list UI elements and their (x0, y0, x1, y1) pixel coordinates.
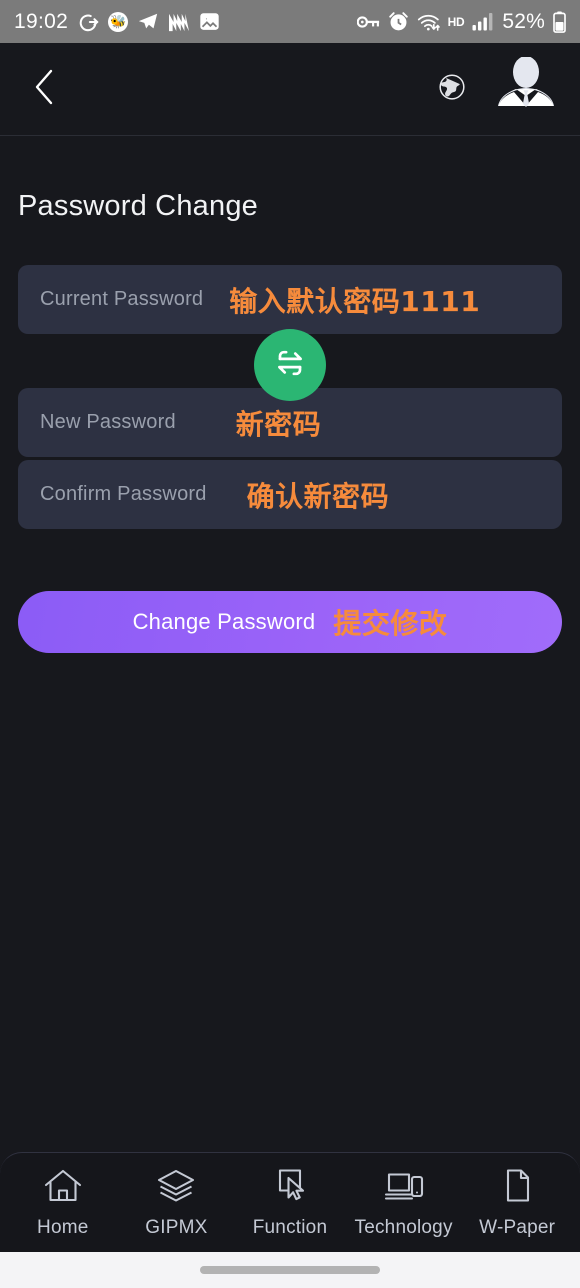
app-header (0, 43, 580, 136)
status-clock: 19:02 (14, 9, 69, 33)
chevron-left-icon (31, 67, 57, 112)
current-password-annotation: 输入默认密码1111 (229, 284, 481, 318)
nav-label-technology: Technology (354, 1216, 453, 1238)
phone-screen: 19:02 🐝 HD 52% Password Change Current P… (0, 0, 580, 1288)
swap-toggle-button[interactable] (254, 329, 326, 401)
user-avatar-businessman-icon (494, 57, 558, 121)
globe-icon (437, 72, 467, 107)
cursor-select-icon (270, 1167, 310, 1210)
confirm-password-field[interactable]: Confirm Password 确认新密码 (18, 460, 562, 529)
network-type-label: HD (447, 14, 465, 29)
photos-icon (199, 11, 220, 32)
page-title: Password Change (18, 190, 258, 222)
status-bar-right: HD 52% (356, 9, 566, 34)
language-globe-button[interactable] (432, 69, 472, 109)
bottom-navigation: Home GIPMX Function Technology W-Paper (0, 1152, 580, 1252)
n-logo-icon (168, 12, 190, 32)
nav-item-home[interactable]: Home (9, 1167, 117, 1239)
battery-icon (553, 11, 566, 33)
vpn-key-icon (356, 12, 380, 32)
nav-label-gipmx: GIPMX (145, 1216, 208, 1238)
new-password-placeholder: New Password (40, 411, 176, 433)
status-bar-left: 19:02 🐝 (14, 10, 220, 34)
current-password-field[interactable]: Current Password 输入默认密码1111 (18, 265, 562, 334)
laptop-phone-icon (383, 1167, 425, 1210)
document-icon (497, 1167, 537, 1210)
battery-percent-label: 52% (502, 9, 545, 33)
header-actions (432, 57, 558, 121)
gesture-home-bar[interactable] (200, 1266, 380, 1274)
status-bar: 19:02 🐝 HD 52% (0, 0, 580, 43)
layers-icon (156, 1167, 196, 1210)
change-password-label: Change Password (132, 609, 316, 634)
nav-label-function: Function (252, 1216, 328, 1238)
change-password-button[interactable]: Change Password 提交修改 (18, 591, 562, 653)
telegram-icon (137, 11, 159, 33)
avatar[interactable] (494, 57, 558, 121)
nav-label-home: Home (37, 1216, 89, 1238)
confirm-password-placeholder: Confirm Password (40, 483, 207, 505)
current-password-placeholder: Current Password (40, 288, 204, 310)
gesture-navigation-area (0, 1252, 580, 1288)
alarm-icon (388, 11, 409, 32)
swap-arrows-icon (270, 343, 310, 388)
back-button[interactable] (22, 67, 66, 111)
wifi-icon (417, 12, 440, 32)
confirm-password-annotation: 确认新密码 (246, 479, 390, 513)
nav-item-gipmx[interactable]: GIPMX (122, 1167, 230, 1239)
nav-item-technology[interactable]: Technology (350, 1167, 458, 1239)
bee-emoji-icon: 🐝 (108, 11, 129, 32)
signal-icon (472, 12, 494, 31)
page-content: Password Change Current Password 输入默认密码1… (0, 137, 580, 1288)
home-icon (43, 1167, 83, 1210)
nav-item-w-paper[interactable]: W-Paper (463, 1167, 571, 1239)
nav-item-function[interactable]: Function (236, 1167, 344, 1239)
change-password-annotation: 提交修改 (333, 607, 448, 640)
new-password-annotation: 新密码 (235, 407, 322, 441)
rotate-exit-icon (77, 11, 99, 33)
nav-label-w-paper: W-Paper (479, 1216, 556, 1238)
